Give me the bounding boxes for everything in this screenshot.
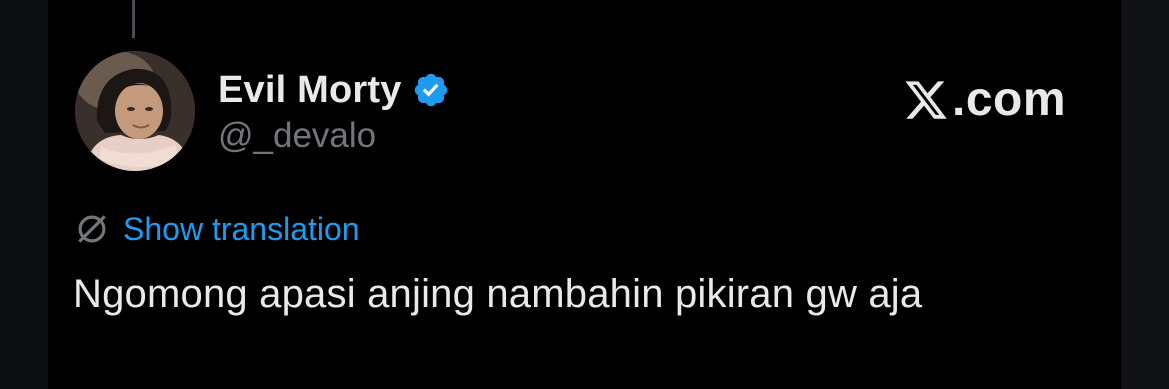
- tweet-text: Ngomong apasi anjing nambahin pikiran gw…: [73, 272, 923, 316]
- site-branding: .com: [902, 72, 1066, 127]
- site-domain-text: .com: [952, 73, 1067, 126]
- author-handle[interactable]: @_devalo: [218, 116, 376, 156]
- show-translation-link[interactable]: Show translation: [123, 211, 360, 248]
- x-logo-icon: [905, 80, 947, 119]
- globe-icon: [78, 215, 106, 243]
- avatar-photo: [75, 51, 195, 171]
- left-backdrop: [0, 0, 48, 389]
- display-name[interactable]: Evil Morty: [218, 69, 402, 112]
- right-backdrop: [1121, 0, 1169, 389]
- thread-connector-line: [132, 0, 135, 38]
- show-translation-row[interactable]: Show translation: [73, 210, 360, 248]
- author-name-row: Evil Morty: [218, 66, 450, 114]
- avatar[interactable]: [75, 51, 195, 171]
- verified-badge-icon: [414, 73, 447, 107]
